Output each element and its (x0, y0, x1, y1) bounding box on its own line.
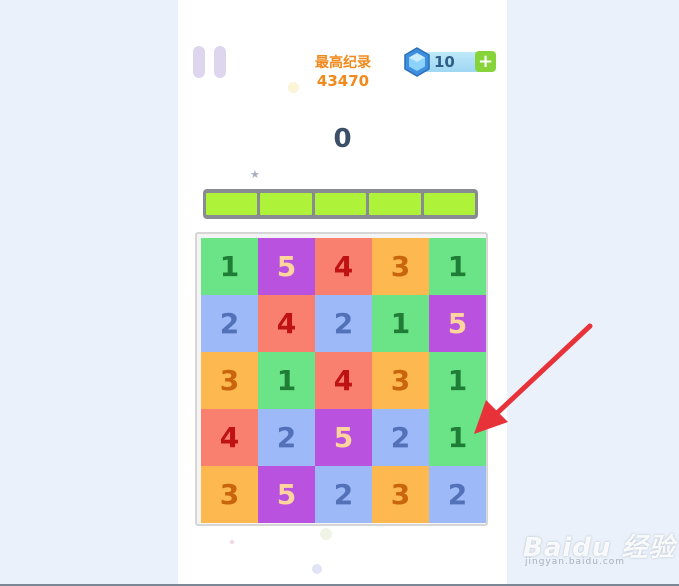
gem-icon (404, 47, 430, 77)
best-score-value: 43470 (316, 72, 370, 90)
tile[interactable]: 1 (429, 238, 486, 295)
gem-counter: 10 + (402, 47, 498, 77)
watermark-url: jingyan.baidu.com (525, 557, 626, 567)
tile[interactable]: 1 (258, 352, 315, 409)
tile[interactable]: 1 (372, 295, 429, 352)
tile[interactable]: 2 (258, 409, 315, 466)
tile[interactable]: 3 (201, 466, 258, 523)
tile[interactable]: 2 (372, 409, 429, 466)
pause-bar-right (214, 46, 226, 78)
tile-grid: 1543124215314314252135232 (201, 238, 486, 523)
decor-dot (288, 82, 299, 93)
tile[interactable]: 5 (258, 238, 315, 295)
progress-segment (423, 193, 476, 215)
tile[interactable]: 3 (372, 352, 429, 409)
tile[interactable]: 3 (372, 238, 429, 295)
tile[interactable]: 4 (201, 409, 258, 466)
watermark-logo: Baidu 经验 jingyan.baidu.com (519, 515, 674, 571)
add-gem-button[interactable]: + (475, 51, 496, 72)
tile[interactable]: 4 (258, 295, 315, 352)
star-icon: ★ (250, 168, 260, 181)
pause-bar-left (193, 46, 205, 78)
decor-dot (312, 564, 322, 574)
tile[interactable]: 2 (315, 295, 372, 352)
tile[interactable]: 5 (258, 466, 315, 523)
game-panel: 最高纪录 43470 10 + 0 ★ 15431242153143142521… (178, 0, 507, 584)
gem-count: 10 (434, 53, 455, 71)
tile[interactable]: 2 (201, 295, 258, 352)
level-progress-bar (203, 189, 478, 219)
decor-dot (320, 528, 332, 540)
progress-segment (314, 193, 367, 215)
decor-dot (230, 540, 234, 544)
progress-segment (260, 193, 312, 215)
tile[interactable]: 2 (429, 466, 486, 523)
game-board: 1543124215314314252135232 (195, 232, 488, 526)
tile[interactable]: 2 (315, 466, 372, 523)
tile[interactable]: 3 (201, 352, 258, 409)
pause-button[interactable] (193, 46, 227, 78)
tile[interactable]: 1 (201, 238, 258, 295)
progress-segment (369, 193, 421, 215)
pointer-arrow (474, 323, 593, 434)
current-score: 0 (333, 124, 352, 154)
progress-segment (206, 193, 258, 215)
tile[interactable]: 4 (315, 238, 372, 295)
best-score: 最高纪录 43470 (288, 54, 398, 90)
tile[interactable]: 3 (372, 466, 429, 523)
best-score-label: 最高纪录 (315, 55, 371, 71)
tile[interactable]: 4 (315, 352, 372, 409)
tile[interactable]: 5 (315, 409, 372, 466)
